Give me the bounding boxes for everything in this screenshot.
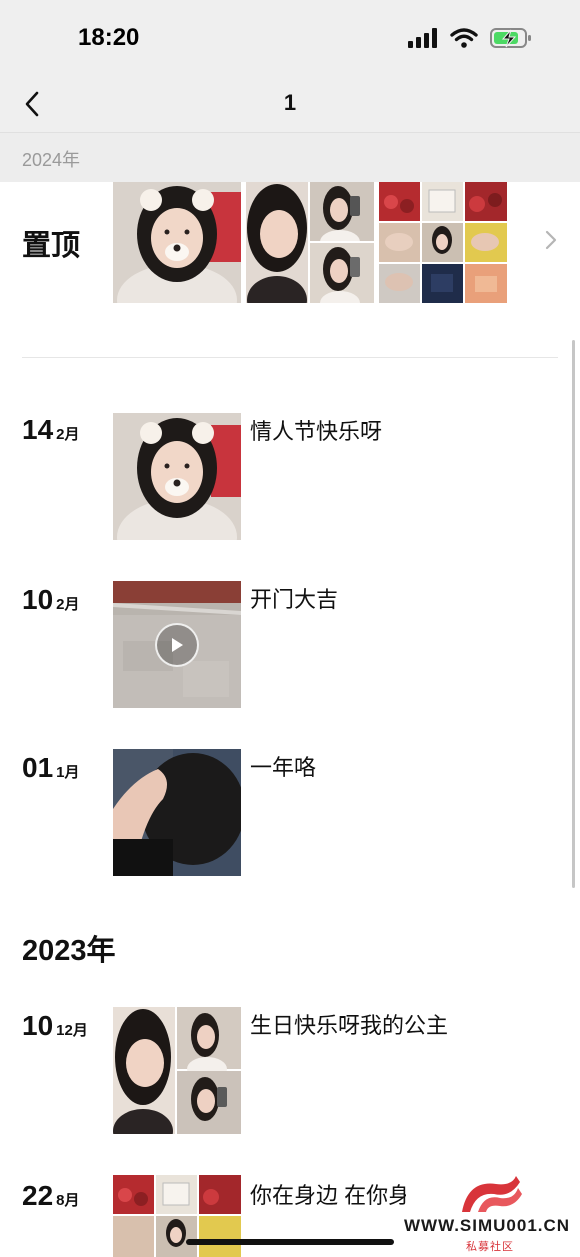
entry-thumbnail[interactable] [113, 1007, 241, 1134]
collage-cell [310, 182, 374, 241]
entry-date: 14 2月 [22, 414, 80, 446]
entry-month: 8月 [56, 1192, 80, 1209]
entry-date: 10 2月 [22, 584, 80, 616]
entry-date: 01 1月 [22, 752, 80, 784]
battery-charging-icon [490, 28, 531, 48]
play-icon [155, 623, 199, 667]
pinned-thumbnail-3[interactable] [379, 182, 507, 303]
watermark: WWW.SIMU001.CN 私募社区 [400, 1172, 580, 1257]
entry-caption[interactable]: 一年咯 [250, 750, 316, 782]
watermark-subtitle: 私募社区 [466, 1241, 514, 1253]
chevron-right-icon [544, 229, 558, 256]
sticky-year-header: 2024年 [0, 132, 580, 182]
sticky-year-label: 2024年 [22, 150, 81, 170]
photo-grid [379, 182, 507, 303]
entry-day: 22 [22, 1180, 54, 1211]
selfie-photo [113, 413, 241, 540]
entry-thumbnail[interactable] [113, 749, 241, 876]
wifi-icon [450, 28, 478, 48]
entry-day: 14 [22, 414, 54, 445]
hair-photo [113, 749, 241, 876]
entry-month: 2月 [56, 426, 80, 443]
pinned-thumbnail-2[interactable] [246, 182, 374, 303]
entry-month: 2月 [56, 596, 80, 613]
entry-caption[interactable]: 你在身边 在你身 [250, 1178, 406, 1210]
pinned-thumbnail-1[interactable] [113, 182, 241, 303]
status-bar: 18:20 [0, 0, 580, 80]
entry-month: 12月 [56, 1022, 88, 1039]
page-title: 1 [283, 90, 297, 115]
scrollbar[interactable] [572, 340, 575, 888]
entry-caption[interactable]: 生日快乐呀我的公主 [250, 1008, 448, 1040]
pinned-label: 置顶 [22, 230, 81, 262]
entry-month: 1月 [56, 764, 80, 781]
entry-caption[interactable]: 开门大吉 [250, 582, 338, 614]
entry-video-thumbnail[interactable] [113, 581, 241, 708]
entry-day: 10 [22, 1010, 54, 1041]
photo-collage [113, 1007, 241, 1134]
year-heading: 2023年 [22, 935, 116, 967]
divider [22, 357, 558, 358]
pinned-row[interactable]: 置顶 [0, 182, 580, 307]
collage-cell [310, 243, 374, 303]
signal-icon [408, 28, 437, 48]
home-indicator[interactable] [186, 1239, 394, 1245]
status-time: 18:20 [78, 24, 140, 51]
collage-cell [246, 182, 308, 303]
watermark-url: WWW.SIMU001.CN [404, 1216, 571, 1235]
status-icons [408, 27, 532, 49]
entry-day: 10 [22, 584, 54, 615]
entry-caption[interactable]: 情人节快乐呀 [250, 414, 382, 446]
entry-day: 01 [22, 752, 54, 783]
watermark-logo-icon [462, 1176, 522, 1212]
entry-date: 22 8月 [22, 1180, 80, 1212]
nav-bar: 1 [0, 80, 580, 132]
selfie-photo [113, 182, 241, 303]
entry-thumbnail[interactable] [113, 413, 241, 540]
entry-date: 10 12月 [22, 1010, 88, 1042]
